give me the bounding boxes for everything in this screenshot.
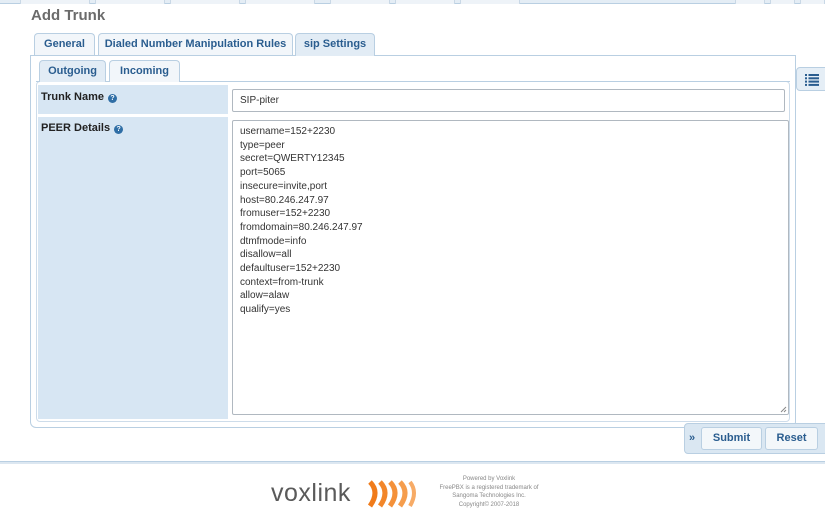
peer-details-line: fromdomain=80.246.247.97 xyxy=(240,221,363,233)
peer-details-label: PEER Details? xyxy=(41,122,124,134)
footer-line: Powered by Voxlink xyxy=(462,476,516,482)
top-nav-item[interactable] xyxy=(395,0,455,4)
top-nav-item[interactable] xyxy=(735,0,765,4)
voxlink-logo-text: voxlink xyxy=(271,479,351,507)
help-icon[interactable]: ? xyxy=(114,125,124,134)
footer-line: FreePBX is a registered trademark of xyxy=(439,484,539,491)
side-menu-button[interactable] xyxy=(796,67,825,91)
peer-details-line: fromuser=152+2230 xyxy=(240,208,331,220)
peer-details-line: disallow=all xyxy=(240,249,292,261)
resize-handle-icon[interactable] xyxy=(779,405,787,413)
subtab-outgoing[interactable]: Outgoing xyxy=(39,60,106,82)
help-icon[interactable]: ? xyxy=(107,94,117,103)
peer-details-line: type=peer xyxy=(240,139,285,151)
footer-divider xyxy=(0,461,825,464)
peer-details-line: username=152+2230 xyxy=(240,126,336,137)
submit-button[interactable]: Submit xyxy=(701,427,762,450)
reset-button[interactable]: Reset xyxy=(765,427,818,450)
list-icon xyxy=(805,74,819,86)
tab-sip-settings[interactable]: sip Settings xyxy=(295,33,375,56)
peer-details-line: port=5065 xyxy=(240,167,286,179)
peer-details-line: qualify=yes xyxy=(240,304,291,316)
top-nav-item[interactable] xyxy=(800,0,825,4)
top-nav-item[interactable] xyxy=(245,0,315,4)
top-nav-item[interactable] xyxy=(95,0,165,4)
peer-details-textarea[interactable]: username=152+2230 type=peer secret=QWERT… xyxy=(232,120,789,415)
footer-credits: Powered by Voxlink FreePBX is a register… xyxy=(424,475,554,509)
top-nav-item[interactable] xyxy=(20,0,90,4)
peer-details-line: host=80.246.247.97 xyxy=(240,194,329,206)
peer-details-line: insecure=invite,port xyxy=(240,180,327,192)
peer-details-label-text: PEER Details xyxy=(41,122,111,134)
page-title: Add Trunk xyxy=(31,7,106,24)
peer-details-line: secret=QWERTY12345 xyxy=(240,153,345,165)
voxlink-logo-icon xyxy=(368,480,416,508)
top-nav-item[interactable] xyxy=(330,0,390,4)
top-nav-item[interactable] xyxy=(460,0,520,4)
tab-dialed-number-manipulation-rules[interactable]: Dialed Number Manipulation Rules xyxy=(98,33,293,55)
footer-line: Copyright© 2007-2018 xyxy=(458,501,520,508)
peer-details-line: dtmfmode=info xyxy=(240,235,307,247)
trunk-name-label: Trunk Name? xyxy=(41,91,117,103)
peer-details-row-bg xyxy=(38,117,228,419)
peer-details-line: defaultuser=152+2230 xyxy=(240,263,341,275)
trunk-name-input[interactable]: SIP-piter xyxy=(232,89,785,112)
top-nav-item[interactable] xyxy=(770,0,795,4)
peer-details-line: context=from-trunk xyxy=(240,276,324,288)
chevron-right-icon[interactable]: » xyxy=(689,432,695,444)
footer-line: Sangoma Technologies Inc. xyxy=(452,493,526,499)
subtab-incoming[interactable]: Incoming xyxy=(109,60,180,82)
top-nav-strip xyxy=(0,0,825,4)
tab-general[interactable]: General xyxy=(34,33,95,55)
trunk-name-label-text: Trunk Name xyxy=(41,91,104,103)
peer-details-line: allow=alaw xyxy=(240,290,290,302)
top-nav-item[interactable] xyxy=(170,0,240,4)
